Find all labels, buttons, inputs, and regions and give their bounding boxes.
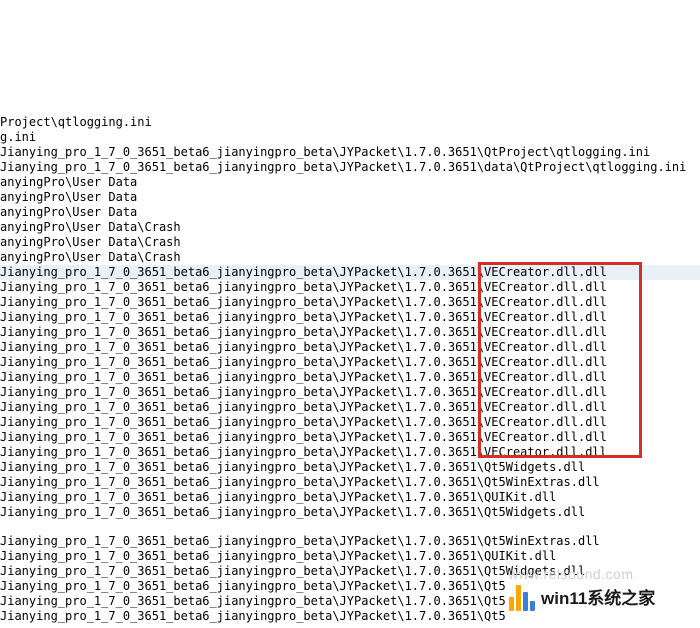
log-line[interactable]: anyingPro\User Data\Crash bbox=[0, 235, 700, 250]
logo-icon bbox=[509, 585, 535, 611]
log-line[interactable]: anyingPro\User Data\Crash bbox=[0, 250, 700, 265]
log-line[interactable]: Jianying_pro_1_7_0_3651_beta6_jianyingpr… bbox=[0, 340, 700, 355]
log-line[interactable]: Jianying_pro_1_7_0_3651_beta6_jianyingpr… bbox=[0, 445, 700, 460]
log-line[interactable]: Jianying_pro_1_7_0_3651_beta6_jianyingpr… bbox=[0, 295, 700, 310]
log-line[interactable]: Jianying_pro_1_7_0_3651_beta6_jianyingpr… bbox=[0, 609, 700, 624]
log-line[interactable]: anyingPro\User Data bbox=[0, 190, 700, 205]
log-line[interactable]: Jianying_pro_1_7_0_3651_beta6_jianyingpr… bbox=[0, 370, 700, 385]
log-line[interactable]: anyingPro\User Data bbox=[0, 205, 700, 220]
log-line[interactable]: Jianying_pro_1_7_0_3651_beta6_jianyingpr… bbox=[0, 355, 700, 370]
log-output: Project\qtlogging.inig.iniJianying_pro_1… bbox=[0, 115, 700, 624]
log-line[interactable]: Jianying_pro_1_7_0_3651_beta6_jianyingpr… bbox=[0, 145, 700, 160]
watermark-text: www.relsound.com bbox=[508, 567, 634, 582]
logo-text: win11系统之家 bbox=[541, 591, 655, 606]
log-line[interactable]: Jianying_pro_1_7_0_3651_beta6_jianyingpr… bbox=[0, 160, 700, 175]
site-logo: win11系统之家 bbox=[509, 585, 655, 611]
log-line[interactable]: Jianying_pro_1_7_0_3651_beta6_jianyingpr… bbox=[0, 549, 700, 564]
log-line[interactable]: Jianying_pro_1_7_0_3651_beta6_jianyingpr… bbox=[0, 475, 700, 490]
log-line[interactable]: Jianying_pro_1_7_0_3651_beta6_jianyingpr… bbox=[0, 460, 700, 475]
log-line[interactable]: Jianying_pro_1_7_0_3651_beta6_jianyingpr… bbox=[0, 280, 700, 295]
log-line[interactable]: anyingPro\User Data\Crash bbox=[0, 220, 700, 235]
log-line[interactable]: g.ini bbox=[0, 130, 700, 145]
log-line[interactable]: Jianying_pro_1_7_0_3651_beta6_jianyingpr… bbox=[0, 534, 700, 549]
log-line[interactable]: Project\qtlogging.ini bbox=[0, 115, 700, 130]
log-line[interactable]: Jianying_pro_1_7_0_3651_beta6_jianyingpr… bbox=[0, 385, 700, 400]
log-line[interactable]: Jianying_pro_1_7_0_3651_beta6_jianyingpr… bbox=[0, 430, 700, 445]
log-line[interactable]: Jianying_pro_1_7_0_3651_beta6_jianyingpr… bbox=[0, 490, 700, 505]
log-line[interactable]: Jianying_pro_1_7_0_3651_beta6_jianyingpr… bbox=[0, 415, 700, 430]
log-line[interactable]: Jianying_pro_1_7_0_3651_beta6_jianyingpr… bbox=[0, 325, 700, 340]
log-line[interactable]: anyingPro\User Data bbox=[0, 175, 700, 190]
log-line[interactable]: Jianying_pro_1_7_0_3651_beta6_jianyingpr… bbox=[0, 505, 700, 520]
log-line[interactable]: Jianying_pro_1_7_0_3651_beta6_jianyingpr… bbox=[0, 400, 700, 415]
log-line[interactable]: Jianying_pro_1_7_0_3651_beta6_jianyingpr… bbox=[0, 310, 700, 325]
log-line[interactable]: Jianying_pro_1_7_0_3651_beta6_jianyingpr… bbox=[0, 265, 700, 280]
